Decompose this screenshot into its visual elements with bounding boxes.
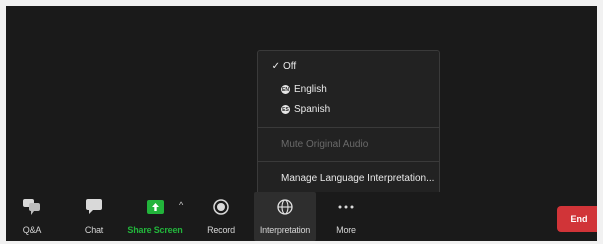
menu-item-english-label: English <box>294 84 327 95</box>
share-options-caret-icon[interactable]: ^ <box>179 200 183 210</box>
more-label: More <box>336 225 356 235</box>
chat-icon <box>86 194 102 220</box>
meeting-window: ✓ Off EN English ES Spanish Mute Origina… <box>6 6 597 241</box>
checkmark-icon: ✓ <box>271 61 280 72</box>
qa-button[interactable]: Q&A <box>16 192 48 241</box>
qa-icon <box>23 194 41 220</box>
share-screen-button[interactable]: Share Screen <box>124 192 186 241</box>
record-icon <box>213 194 229 220</box>
meeting-toolbar: Q&A Chat Share Screen ^ Record Interpret… <box>6 192 597 241</box>
chat-label: Chat <box>84 225 104 235</box>
manage-interpretation-label: Manage Language Interpretation... <box>281 173 435 184</box>
menu-item-spanish[interactable]: ES Spanish <box>258 104 439 115</box>
share-screen-label: Share Screen <box>127 225 183 235</box>
menu-divider <box>258 161 439 162</box>
globe-icon <box>277 194 293 220</box>
record-label: Record <box>207 225 235 235</box>
qa-label: Q&A <box>22 225 42 235</box>
menu-item-mute-original-audio: Mute Original Audio <box>258 139 439 150</box>
more-button[interactable]: More <box>330 192 362 241</box>
english-badge-icon: EN <box>281 85 290 94</box>
share-screen-icon <box>146 194 164 220</box>
spanish-badge-icon: ES <box>281 105 290 114</box>
menu-item-spanish-label: Spanish <box>294 104 331 115</box>
menu-item-manage-interpretation[interactable]: Manage Language Interpretation... <box>258 173 439 184</box>
more-dots-icon <box>338 194 354 220</box>
menu-divider <box>258 127 439 128</box>
mute-original-audio-label: Mute Original Audio <box>281 139 369 150</box>
interpretation-button[interactable]: Interpretation <box>254 192 316 241</box>
end-meeting-button[interactable]: End <box>557 206 597 232</box>
interpretation-menu: ✓ Off EN English ES Spanish Mute Origina… <box>257 50 440 196</box>
menu-item-english[interactable]: EN English <box>258 84 439 95</box>
interpretation-label: Interpretation <box>259 225 311 235</box>
menu-item-off[interactable]: ✓ Off <box>258 61 439 72</box>
menu-item-off-label: Off <box>283 61 297 72</box>
record-button[interactable]: Record <box>204 192 238 241</box>
chat-button[interactable]: Chat <box>78 192 110 241</box>
